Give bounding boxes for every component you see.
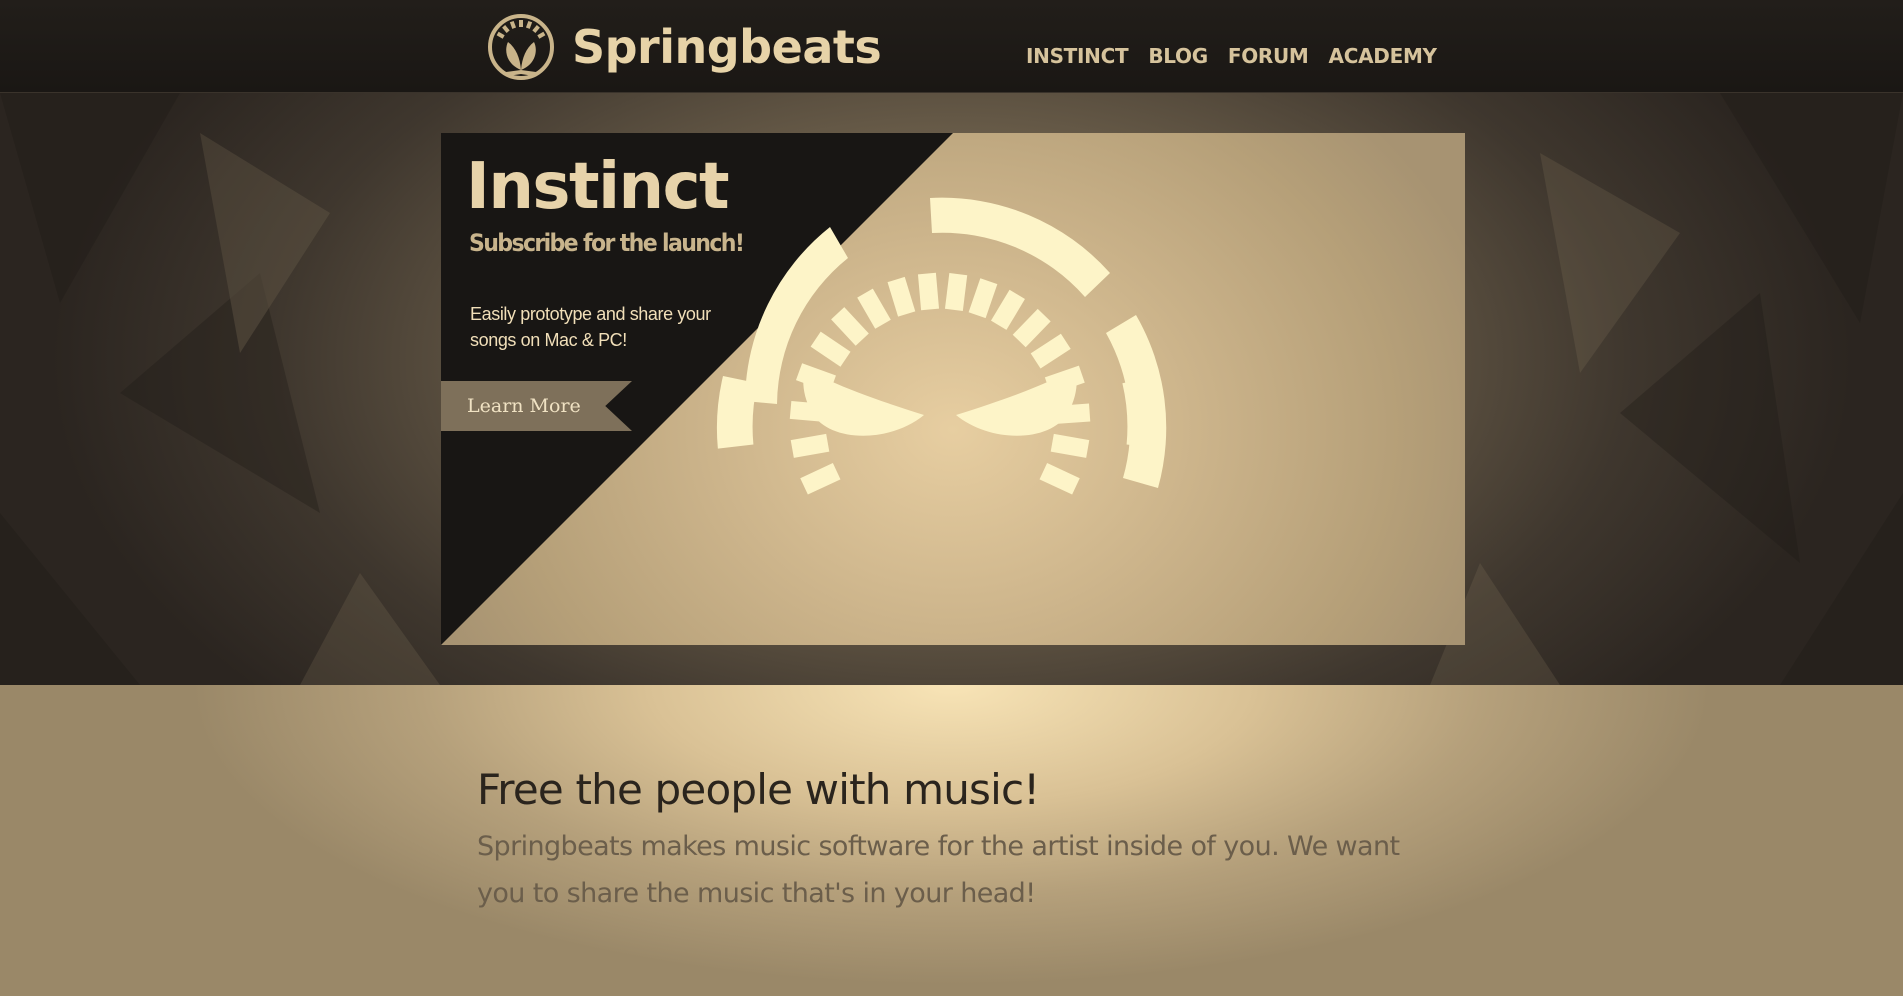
banner-description: Easily prototype and share your songs on… xyxy=(470,304,711,350)
hero-section: Instinct Subscribe for the launch! Easil… xyxy=(0,93,1903,685)
brand-home-link[interactable]: Springbeats xyxy=(486,12,882,82)
banner-subtitle: Subscribe for the launch! xyxy=(469,229,745,257)
instinct-promo-banner[interactable]: Instinct Subscribe for the launch! Easil… xyxy=(441,133,1465,645)
intro-heading: Free the people with music! xyxy=(477,765,1040,814)
nav-item-forum[interactable]: FORUM xyxy=(1228,44,1309,68)
main-nav: INSTINCT BLOG FORUM ACADEMY xyxy=(1026,44,1437,68)
learn-more-button[interactable]: Learn More xyxy=(441,381,632,431)
intro-section: Free the people with music! Springbeats … xyxy=(0,685,1903,996)
banner-text-block: Instinct Subscribe for the launch! Easil… xyxy=(441,133,901,645)
nav-item-academy[interactable]: ACADEMY xyxy=(1329,44,1437,68)
top-navigation-bar: Springbeats INSTINCT BLOG FORUM ACADEMY xyxy=(0,0,1903,93)
intro-content: Free the people with music! Springbeats … xyxy=(477,765,1437,917)
intro-body: Springbeats makes music software for the… xyxy=(477,831,1400,910)
banner-title: Instinct xyxy=(466,150,730,224)
brand-name: Springbeats xyxy=(572,20,882,74)
nav-item-instinct[interactable]: INSTINCT xyxy=(1026,44,1129,68)
springbeats-logo-icon xyxy=(488,14,554,80)
nav-item-blog[interactable]: BLOG xyxy=(1148,44,1208,68)
